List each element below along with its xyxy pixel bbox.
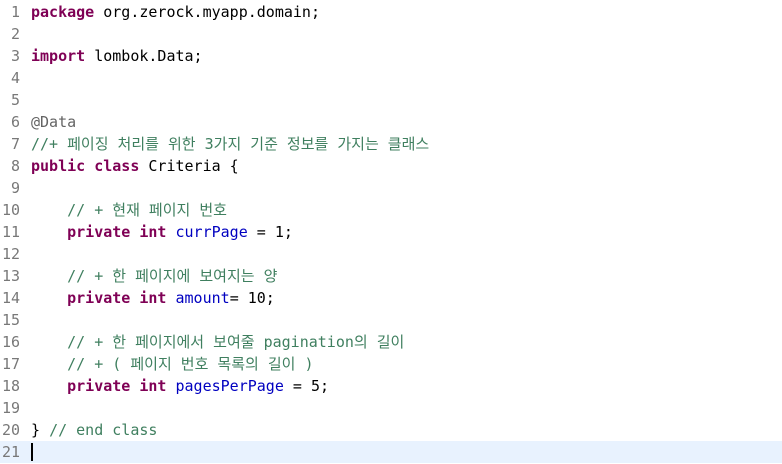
- line-number: 13: [1, 267, 20, 285]
- line-code: private int pagesPerPage = 5;: [31, 375, 329, 397]
- line-number: 8: [10, 157, 20, 175]
- code-line[interactable]: 20} // end class: [0, 419, 782, 441]
- line-number: 5: [10, 91, 20, 109]
- annotation-token: @Data: [31, 113, 77, 131]
- code-line[interactable]: 5: [0, 89, 782, 111]
- line-number: 4: [10, 69, 20, 87]
- code-line[interactable]: 3 import lombok.Data;: [0, 45, 782, 67]
- code-line[interactable]: 2: [0, 23, 782, 45]
- line-number: 18: [1, 377, 20, 395]
- code-line-current[interactable]: 21: [0, 441, 782, 463]
- code-token: lombok.Data;: [85, 47, 203, 65]
- keyword-token: int: [139, 223, 167, 241]
- code-token: Criteria {: [139, 157, 239, 175]
- keyword-token: class: [94, 157, 140, 175]
- line-code: package org.zerock.myapp.domain;: [31, 1, 320, 23]
- code-line[interactable]: 11 private int currPage = 1;: [0, 221, 782, 243]
- field-token: currPage: [175, 223, 248, 241]
- code-line[interactable]: 4: [0, 67, 782, 89]
- line-code: private int currPage = 1;: [31, 221, 293, 243]
- code-line[interactable]: 19: [0, 397, 782, 419]
- code-editor[interactable]: 1 package org.zerock.myapp.domain; 2 3 impor…: [0, 0, 782, 464]
- code-token: org.zerock.myapp.domain;: [94, 3, 320, 21]
- line-number: 1: [10, 3, 20, 21]
- code-line[interactable]: 15: [0, 309, 782, 331]
- line-number: 3: [10, 47, 20, 65]
- keyword-token: package: [31, 3, 95, 21]
- line-number: 11: [1, 223, 20, 241]
- line-code: // + 현재 페이지 번호: [31, 199, 227, 221]
- comment-token: // + 한 페이지에 보여지는 양: [67, 267, 278, 285]
- line-number: 2: [10, 25, 20, 43]
- code-line[interactable]: 18 private int pagesPerPage = 5;: [0, 375, 782, 397]
- line-number: 10: [1, 201, 20, 219]
- line-code: } // end class: [31, 419, 157, 441]
- code-line[interactable]: 1 package org.zerock.myapp.domain;: [0, 1, 782, 23]
- line-number: 9: [10, 179, 20, 197]
- line-number: 15: [1, 311, 20, 329]
- code-line[interactable]: 14 private int amount= 10;: [0, 287, 782, 309]
- line-code: public class Criteria {: [31, 155, 239, 177]
- keyword-token: private: [67, 289, 131, 307]
- text-caret: [31, 443, 33, 461]
- line-number: 17: [1, 355, 20, 373]
- keyword-token: import: [31, 47, 86, 65]
- code-line[interactable]: 8 public class Criteria {: [0, 155, 782, 177]
- keyword-token: int: [139, 377, 167, 395]
- code-line[interactable]: 6 @Data: [0, 111, 782, 133]
- line-code: // + ( 페이지 번호 목록의 길이 ): [31, 353, 314, 375]
- code-line[interactable]: 12: [0, 243, 782, 265]
- code-token: = 1;: [247, 223, 293, 241]
- line-number: 12: [1, 245, 20, 263]
- code-line[interactable]: 9: [0, 177, 782, 199]
- code-token: }: [31, 421, 50, 439]
- line-number: 6: [10, 113, 20, 131]
- comment-token: // + 현재 페이지 번호: [67, 201, 227, 219]
- code-line[interactable]: 13 // + 한 페이지에 보여지는 양: [0, 265, 782, 287]
- line-number: 21: [1, 443, 20, 461]
- keyword-token: public: [31, 157, 86, 175]
- code-token: = 5;: [283, 377, 330, 395]
- code-line[interactable]: 10 // + 현재 페이지 번호: [0, 199, 782, 221]
- field-token: pagesPerPage: [175, 377, 284, 395]
- line-code: //+ 페이징 처리를 위한 3가지 기준 정보를 가지는 클래스: [31, 133, 429, 155]
- keyword-token: private: [67, 377, 131, 395]
- comment-token: // + 한 페이지에서 보여줄 pagination의 길이: [67, 333, 405, 351]
- line-number: 7: [10, 135, 20, 153]
- comment-token: // end class: [49, 421, 158, 439]
- code-line[interactable]: 17 // + ( 페이지 번호 목록의 길이 ): [0, 353, 782, 375]
- line-code: // + 한 페이지에서 보여줄 pagination의 길이: [31, 331, 404, 353]
- keyword-token: int: [139, 289, 167, 307]
- keyword-token: private: [67, 223, 131, 241]
- line-number: 16: [1, 333, 20, 351]
- line-code: import lombok.Data;: [31, 45, 203, 67]
- line-code: private int amount= 10;: [31, 287, 275, 309]
- code-token: = 10;: [229, 289, 275, 307]
- line-number: 20: [1, 421, 20, 439]
- line-code: // + 한 페이지에 보여지는 양: [31, 265, 277, 287]
- comment-token: // + ( 페이지 번호 목록의 길이 ): [67, 355, 314, 373]
- line-number: 19: [1, 399, 20, 417]
- line-number: 14: [1, 289, 20, 307]
- line-code: @Data: [31, 111, 76, 133]
- code-line[interactable]: 7 //+ 페이징 처리를 위한 3가지 기준 정보를 가지는 클래스: [0, 133, 782, 155]
- field-token: amount: [175, 289, 230, 307]
- comment-token: //+ 페이징 처리를 위한 3가지 기준 정보를 가지는 클래스: [31, 135, 430, 153]
- code-line[interactable]: 16 // + 한 페이지에서 보여줄 pagination의 길이: [0, 331, 782, 353]
